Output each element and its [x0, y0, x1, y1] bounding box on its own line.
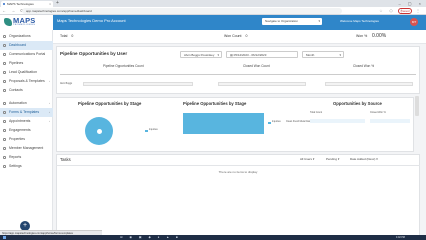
- user-select[interactable]: Alvin Boggs Possinkey ▾: [180, 51, 222, 58]
- chat-icon: [3, 53, 6, 56]
- tasks-title: Tasks: [60, 157, 71, 162]
- axis-line: [60, 74, 416, 75]
- windows-start-icon[interactable]: [3, 236, 6, 239]
- won-percent-label: Won %: [356, 34, 368, 38]
- reports-icon: [3, 156, 6, 159]
- empty-state-text: There are no items to display: [218, 170, 258, 174]
- sidebar-item-proposals[interactable]: Proposals & Templates ›: [0, 77, 53, 86]
- taskbar-app-icons[interactable]: ⊞ ◉ ▣ ◆ ● ▲ ■: [120, 235, 181, 240]
- stage-pie-title: Pipeline Opportunities by Stage: [78, 101, 142, 106]
- col-closed-won-percent: Closed Won %: [353, 64, 375, 68]
- chevron-right-icon: ›: [49, 101, 50, 105]
- profile-paused-badge[interactable]: Paused: [398, 8, 412, 14]
- chevron-right-icon: ›: [49, 110, 50, 114]
- sidebar-item-contacts[interactable]: Contacts: [0, 86, 53, 95]
- date-range-input[interactable]: ▦ 05/12/2023 - 06/12/2023: [226, 51, 298, 58]
- os-taskbar: [0, 235, 426, 240]
- sidebar-item-appointments[interactable]: Appointments ›: [0, 117, 53, 126]
- window-controls[interactable]: – ▢ ×: [398, 0, 424, 7]
- form-icon: [3, 111, 6, 114]
- favicon-icon: [3, 3, 5, 5]
- pipeline-icon: [3, 62, 6, 65]
- chevron-down-icon: ▾: [376, 157, 378, 161]
- chevron-down-icon: ▾: [339, 53, 341, 57]
- new-tab-button[interactable]: +: [56, 0, 59, 7]
- engagement-icon: [3, 129, 6, 132]
- pipeline-by-user-title: Pipeline Opportunities by User: [60, 51, 128, 56]
- source-title: Opportunities by Source: [333, 101, 382, 106]
- legend-swatch: [145, 130, 148, 132]
- chevron-down-icon: ▾: [318, 19, 320, 23]
- calendar-icon: [3, 120, 6, 123]
- organization-select[interactable]: Navigate to Organization ▾: [262, 18, 322, 25]
- sidebar-item-settings[interactable]: Settings: [0, 162, 53, 171]
- chevron-down-icon: ▾: [337, 157, 340, 161]
- sidebar: Organizations Dashboard Communications P…: [0, 30, 53, 236]
- pie-center: [97, 129, 102, 134]
- chevron-down-icon: ▾: [312, 157, 315, 161]
- status-filter[interactable]: Pending ▾: [326, 156, 339, 162]
- source-total-bar: [310, 119, 365, 123]
- sidebar-item-lead-qualification[interactable]: Lead Qualification: [0, 68, 53, 77]
- document-icon: [3, 80, 6, 83]
- stage-pie-legend: Inquiries: [149, 129, 158, 131]
- stage-bar-title: Pipeline Opportunities by Stage: [183, 101, 247, 106]
- dashboard-icon: [3, 44, 6, 47]
- won-percent-value: 0.00%: [372, 33, 387, 39]
- taskbar-clock: 4:02 PM: [396, 236, 405, 239]
- user-won-pct-bar: [325, 82, 413, 86]
- welcome-text: Welcome Maps Technologies: [340, 19, 379, 23]
- browser-tab-bar: [0, 0, 426, 7]
- col-closed-won-count: Closed Won Count: [243, 64, 270, 68]
- chevron-right-icon: ›: [49, 79, 50, 83]
- source-row-label: Clean Fresh Meta Data: [286, 120, 311, 123]
- company-name: Maps Technologies Demo Pro Account: [57, 18, 126, 23]
- source-col-won: Closed Won %: [370, 111, 386, 114]
- sidebar-item-member-management[interactable]: Member Management: [0, 144, 53, 153]
- tab-title: MAPS Technologies: [7, 2, 34, 6]
- sort-filter[interactable]: Date Added (Desc) ▾: [350, 156, 378, 162]
- sidebar-item-reports[interactable]: Reports: [0, 153, 53, 162]
- stage-bar-legend: Inquiries: [272, 121, 281, 123]
- scrollbar[interactable]: [415, 96, 419, 116]
- sidebar-item-organizations[interactable]: Organizations: [0, 32, 53, 41]
- source-won-bar: [370, 119, 410, 123]
- sidebar-item-pipelines[interactable]: Pipelines: [0, 59, 53, 68]
- logo-mark-icon: [4, 18, 12, 26]
- browser-menu-icon[interactable]: ⋮: [416, 7, 420, 15]
- row-label: Alvin Boggs: [60, 83, 73, 85]
- chevron-down-icon: ▾: [217, 53, 219, 57]
- won-count: Won Count 0: [224, 34, 248, 38]
- sidebar-item-forms-templates[interactable]: Forms & Templates ›: [0, 108, 53, 117]
- assignee-filter[interactable]: All Users ▾: [300, 156, 314, 162]
- user-won-bar: [218, 82, 306, 86]
- gear-icon: [3, 165, 6, 168]
- total-count: Total 0: [60, 34, 74, 38]
- stage-bar-inquiries: [183, 113, 264, 134]
- automation-icon: [3, 102, 6, 105]
- source-col-total: Total Count: [310, 111, 323, 114]
- logo-subtitle: TECHNOLOGIES: [13, 24, 36, 26]
- user-count-bar: [83, 82, 193, 86]
- home-icon: [3, 138, 6, 141]
- tasks-card: [56, 154, 420, 236]
- url-input[interactable]: app.mapstechnologies.com/app/home/dashbo…: [22, 8, 342, 14]
- legend-swatch: [268, 122, 271, 124]
- sidebar-item-properties[interactable]: Properties: [0, 135, 53, 144]
- contacts-icon: [3, 89, 6, 92]
- building-icon: [3, 35, 6, 38]
- avatar[interactable]: MT: [410, 18, 418, 26]
- divider: [56, 165, 420, 166]
- sidebar-item-dashboard[interactable]: Dashboard: [0, 41, 53, 50]
- filter-icon: [3, 71, 6, 74]
- period-select[interactable]: Month ▾: [302, 51, 344, 58]
- sidebar-item-communications[interactable]: Communications Portal: [0, 50, 53, 59]
- chevron-right-icon: ›: [49, 119, 50, 123]
- col-opportunities-count: Pipeline Opportunities Count: [103, 64, 144, 68]
- organization-select-value: Navigate to Organization: [265, 19, 299, 23]
- sidebar-item-engagements[interactable]: Engagements: [0, 126, 53, 135]
- users-icon: [3, 147, 6, 150]
- sidebar-item-automation[interactable]: Automation ›: [0, 99, 53, 108]
